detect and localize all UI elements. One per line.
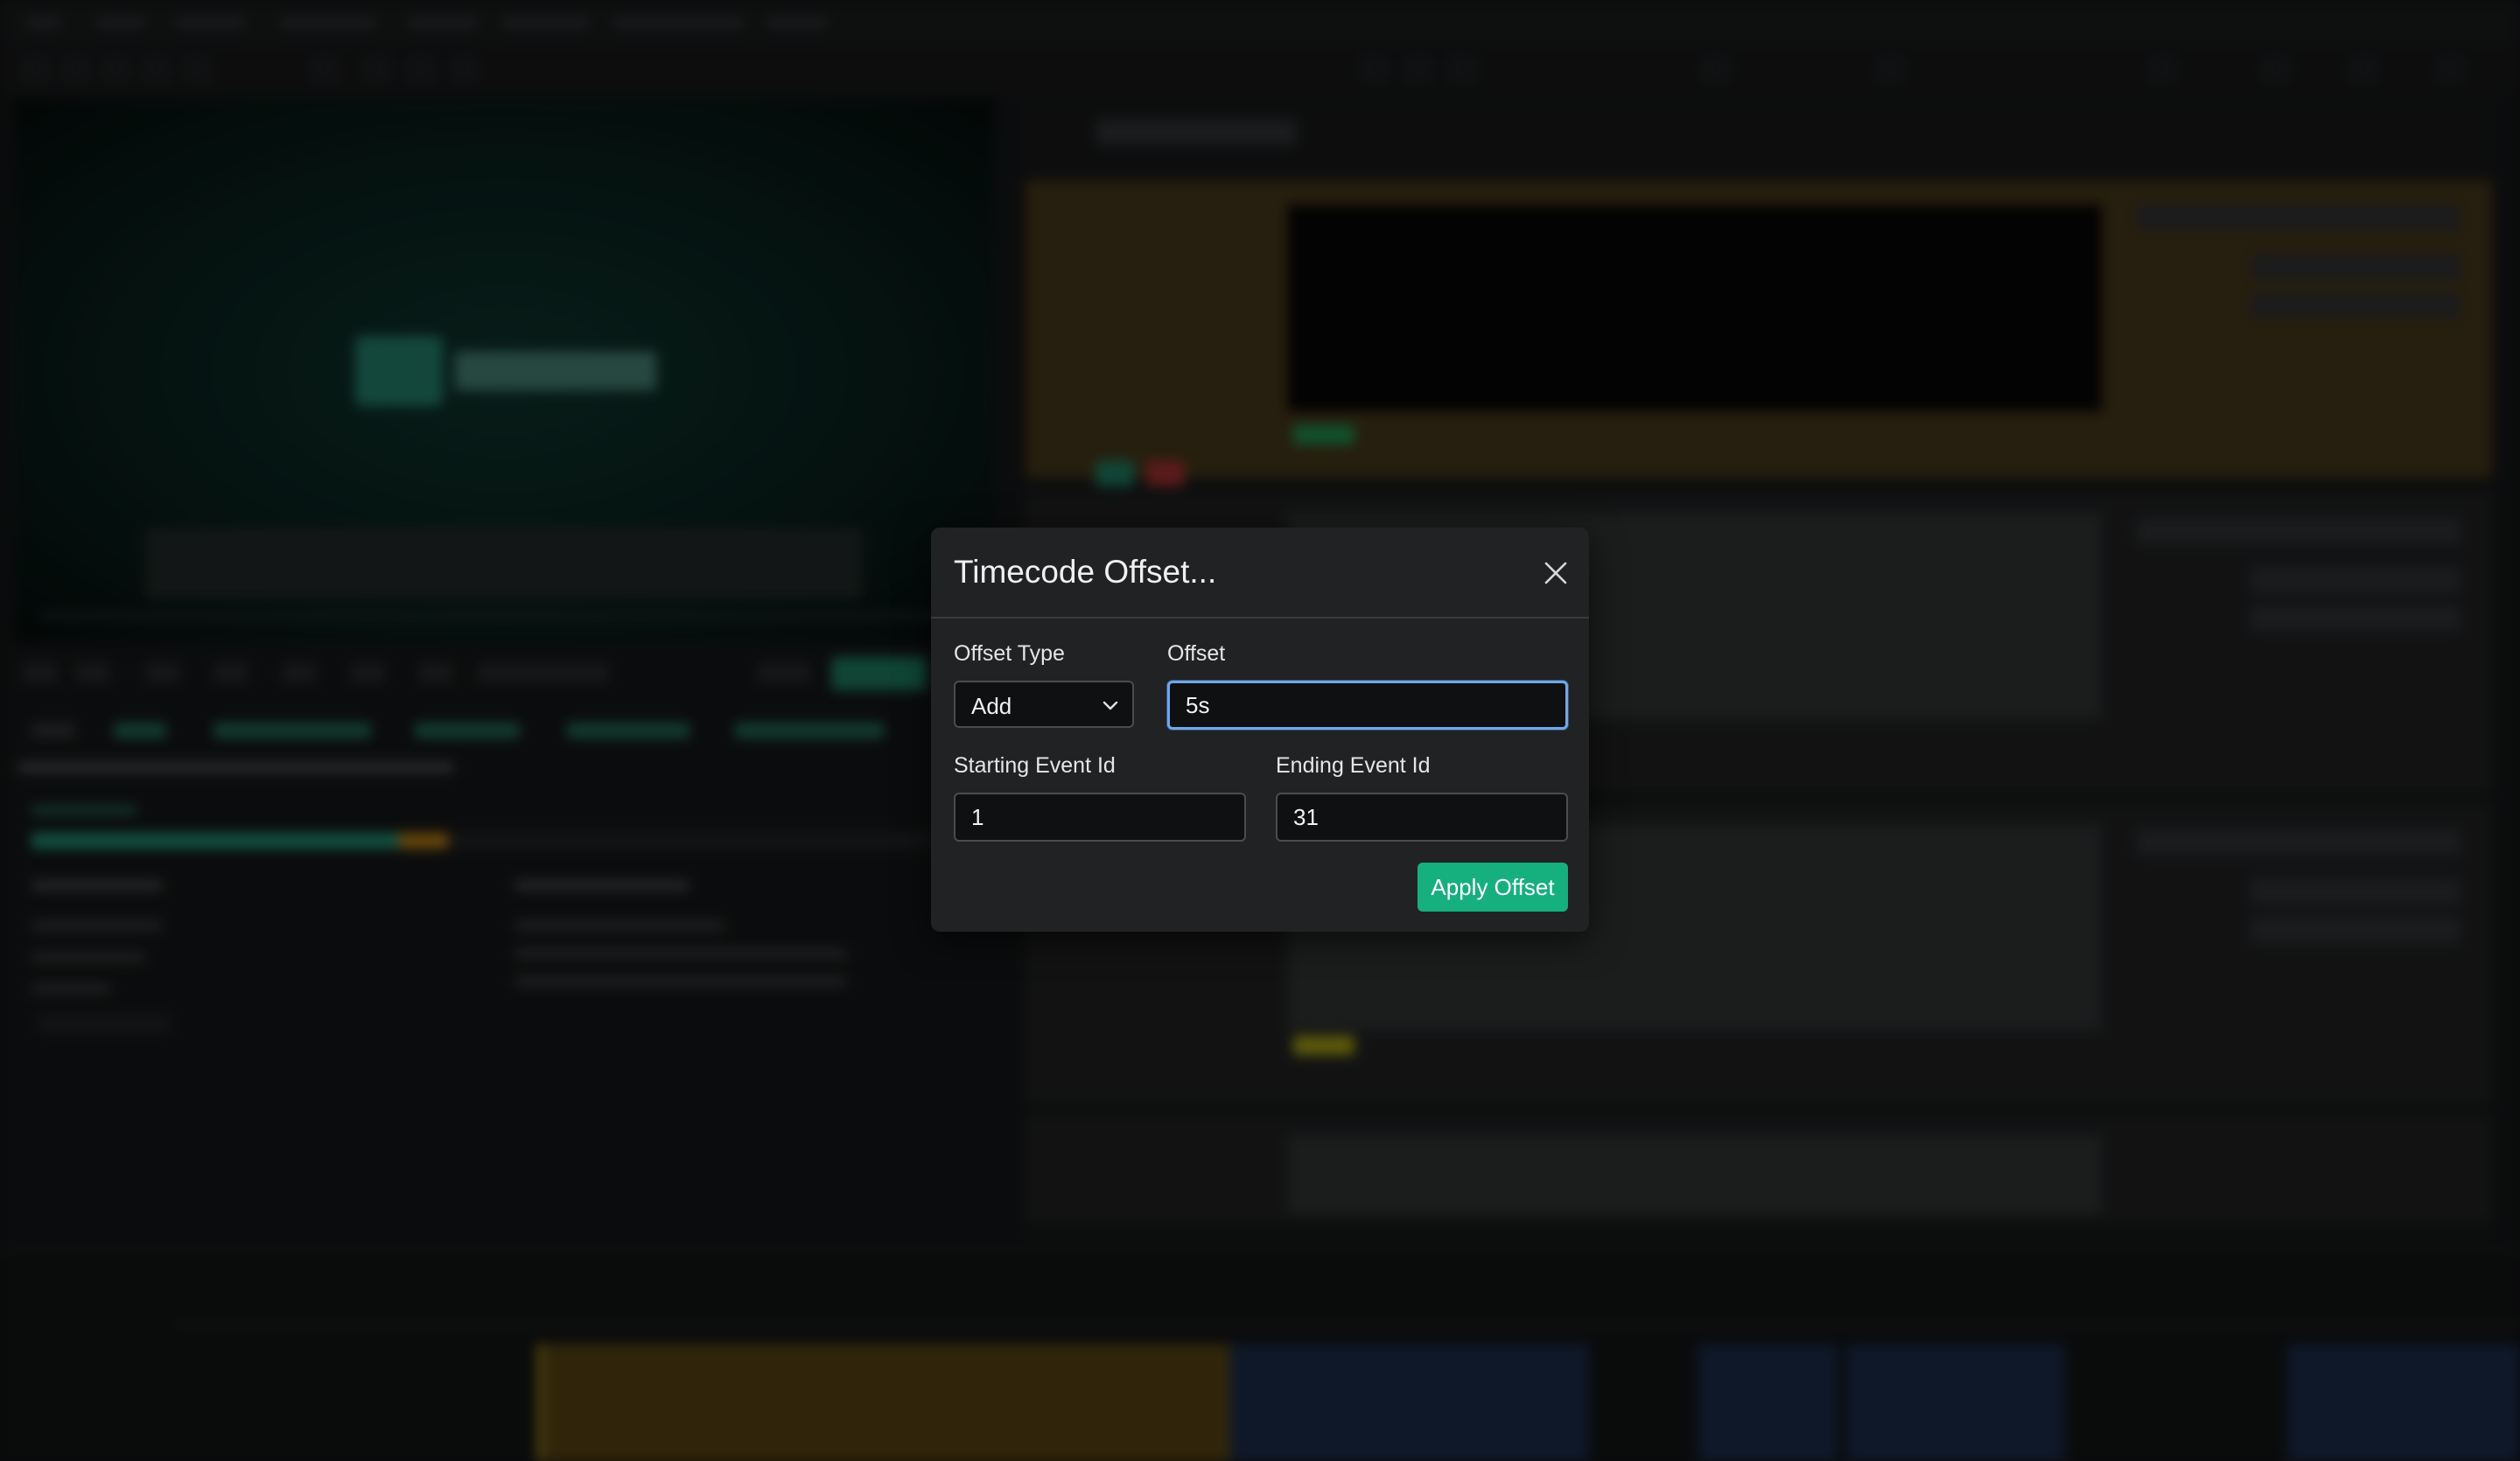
dialog-header: Timecode Offset...: [931, 528, 1589, 619]
ending-event-id-input[interactable]: [1276, 793, 1568, 842]
apply-offset-button[interactable]: Apply Offset: [1418, 863, 1568, 912]
ending-event-id-label: Ending Event Id: [1276, 753, 1431, 778]
starting-event-id-input[interactable]: [954, 793, 1246, 842]
offset-type-select[interactable]: Add: [954, 681, 1134, 728]
timecode-offset-dialog: Timecode Offset... Offset Type Add Offse…: [931, 528, 1589, 932]
dialog-title: Timecode Offset...: [954, 554, 1217, 590]
close-icon: [1544, 562, 1567, 584]
offset-input[interactable]: [1167, 681, 1568, 730]
offset-label: Offset: [1167, 641, 1226, 666]
offset-type-label: Offset Type: [954, 641, 1065, 666]
close-button[interactable]: [1538, 556, 1573, 591]
chevron-down-icon: [1102, 701, 1118, 710]
offset-type-value: Add: [971, 693, 1012, 719]
app-window: Timecode Offset... Offset Type Add Offse…: [0, 0, 2520, 1461]
starting-event-id-label: Starting Event Id: [954, 753, 1116, 778]
